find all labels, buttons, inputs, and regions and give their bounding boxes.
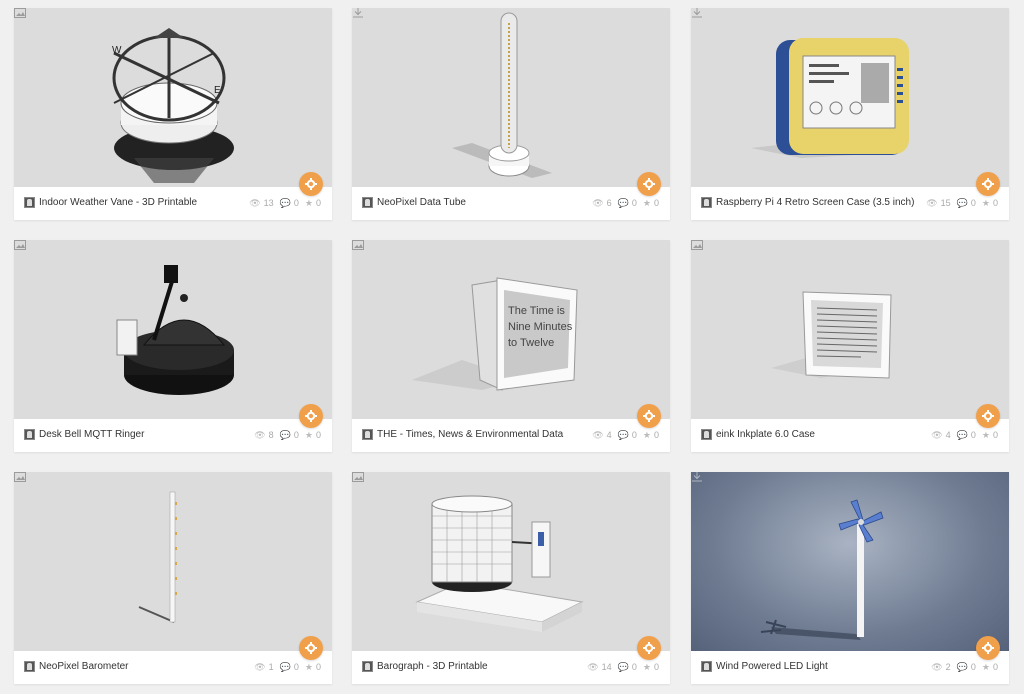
model-thumbnail[interactable] (691, 8, 1009, 187)
comment-icon: 💬 (956, 198, 968, 208)
card-stats: 👁 2 💬 0 ★ 0 (931, 662, 998, 672)
card-footer: THE - Times, News & Environmental Data 👁… (352, 419, 670, 452)
eye-icon: 👁 (587, 662, 599, 672)
card-footer: Indoor Weather Vane - 3D Printable 👁 13 💬… (14, 187, 332, 220)
card-footer: NeoPixel Data Tube 👁 6 💬 0 ★ 0 (352, 187, 670, 220)
eye-icon: 👁 (592, 430, 604, 440)
model-thumbnail[interactable]: The Time is Nine Minutes to Twelve (352, 240, 670, 419)
card-stats: 👁 6 💬 0 ★ 0 (592, 198, 659, 208)
model-card[interactable]: Raspberry Pi 4 Retro Screen Case (3.5 in… (691, 8, 1009, 220)
avatar[interactable] (24, 661, 35, 672)
comment-icon: 💬 (279, 662, 291, 672)
card-stats: 👁 1 💬 0 ★ 0 (254, 662, 321, 672)
card-footer: Desk Bell MQTT Ringer 👁 8 💬 0 ★ 0 (14, 419, 332, 452)
card-title[interactable]: eink Inkplate 6.0 Case (716, 429, 815, 441)
screen-text-line: The Time is (508, 305, 565, 317)
eye-icon: 👁 (254, 662, 266, 672)
comment-icon: 💬 (956, 662, 968, 672)
download-icon (692, 8, 702, 18)
avatar[interactable] (701, 429, 712, 440)
avatar[interactable] (701, 197, 712, 208)
card-title[interactable]: NeoPixel Barometer (39, 661, 128, 673)
card-stats: 👁 15 💬 0 ★ 0 (926, 198, 998, 208)
star-icon: ★ (642, 198, 651, 208)
comment-icon: 💬 (279, 198, 291, 208)
image-icon (352, 472, 364, 482)
eye-icon: 👁 (931, 430, 943, 440)
comment-icon: 💬 (279, 430, 291, 440)
model-thumbnail[interactable] (14, 472, 332, 651)
screen-text-line: Nine Minutes (508, 321, 573, 333)
image-icon (14, 8, 26, 18)
card-title[interactable]: THE - Times, News & Environmental Data (377, 429, 563, 441)
model-thumbnail[interactable] (352, 472, 670, 651)
screen-text-line: to Twelve (508, 337, 554, 349)
card-title[interactable]: Indoor Weather Vane - 3D Printable (39, 197, 197, 209)
card-title[interactable]: Wind Powered LED Light (716, 661, 828, 673)
avatar[interactable] (362, 197, 373, 208)
star-icon: ★ (304, 198, 313, 208)
comment-icon: 💬 (617, 662, 629, 672)
card-stats: 👁 13 💬 0 ★ 0 (249, 198, 321, 208)
model-thumbnail[interactable] (14, 240, 332, 419)
card-stats: 👁 14 💬 0 ★ 0 (587, 662, 659, 672)
star-icon: ★ (304, 430, 313, 440)
avatar[interactable] (701, 661, 712, 672)
model-thumbnail[interactable]: W E (14, 8, 332, 187)
image-icon (691, 240, 703, 250)
card-footer: eink Inkplate 6.0 Case 👁 4 💬 0 ★ 0 (691, 419, 1009, 452)
model-card[interactable]: NeoPixel Data Tube 👁 6 💬 0 ★ 0 (352, 8, 670, 220)
svg-text:W: W (112, 45, 122, 56)
eye-icon: 👁 (926, 198, 938, 208)
card-footer: Barograph - 3D Printable 👁 14 💬 0 ★ 0 (352, 651, 670, 684)
comment-icon: 💬 (617, 198, 629, 208)
eye-icon: 👁 (249, 198, 261, 208)
eye-icon: 👁 (931, 662, 943, 672)
card-stats: 👁 4 💬 0 ★ 0 (931, 430, 998, 440)
model-card[interactable]: W E Indoor Weather Vane - 3D Printable 👁… (14, 8, 332, 220)
comment-icon: 💬 (956, 430, 968, 440)
avatar[interactable] (24, 197, 35, 208)
model-thumbnail[interactable] (691, 472, 1009, 651)
model-card[interactable]: Barograph - 3D Printable 👁 14 💬 0 ★ 0 (352, 472, 670, 684)
svg-text:E: E (214, 85, 221, 96)
card-stats: 👁 8 💬 0 ★ 0 (254, 430, 321, 440)
card-title[interactable]: Barograph - 3D Printable (377, 661, 488, 673)
card-footer: Raspberry Pi 4 Retro Screen Case (3.5 in… (691, 187, 1009, 220)
image-icon (352, 240, 364, 250)
model-card[interactable]: Desk Bell MQTT Ringer 👁 8 💬 0 ★ 0 (14, 240, 332, 452)
model-thumbnail[interactable] (691, 240, 1009, 419)
card-title[interactable]: Raspberry Pi 4 Retro Screen Case (3.5 in… (716, 197, 914, 209)
avatar[interactable] (362, 661, 373, 672)
star-icon: ★ (981, 430, 990, 440)
download-icon (692, 472, 702, 482)
card-footer: Wind Powered LED Light 👁 2 💬 0 ★ 0 (691, 651, 1009, 684)
star-icon: ★ (304, 662, 313, 672)
avatar[interactable] (24, 429, 35, 440)
avatar[interactable] (362, 429, 373, 440)
card-stats: 👁 4 💬 0 ★ 0 (592, 430, 659, 440)
model-card[interactable]: Wind Powered LED Light 👁 2 💬 0 ★ 0 (691, 472, 1009, 684)
image-icon (14, 240, 26, 250)
star-icon: ★ (642, 430, 651, 440)
comment-icon: 💬 (617, 430, 629, 440)
download-icon (353, 8, 363, 18)
star-icon: ★ (981, 198, 990, 208)
card-footer: NeoPixel Barometer 👁 1 💬 0 ★ 0 (14, 651, 332, 684)
model-card[interactable]: eink Inkplate 6.0 Case 👁 4 💬 0 ★ 0 (691, 240, 1009, 452)
model-card[interactable]: The Time is Nine Minutes to Twelve THE -… (352, 240, 670, 452)
model-thumbnail[interactable] (352, 8, 670, 187)
star-icon: ★ (642, 662, 651, 672)
card-title[interactable]: Desk Bell MQTT Ringer (39, 429, 144, 441)
card-title[interactable]: NeoPixel Data Tube (377, 197, 466, 209)
star-icon: ★ (981, 662, 990, 672)
eye-icon: 👁 (592, 198, 604, 208)
image-icon (14, 472, 26, 482)
eye-icon: 👁 (254, 430, 266, 440)
model-card[interactable]: NeoPixel Barometer 👁 1 💬 0 ★ 0 (14, 472, 332, 684)
